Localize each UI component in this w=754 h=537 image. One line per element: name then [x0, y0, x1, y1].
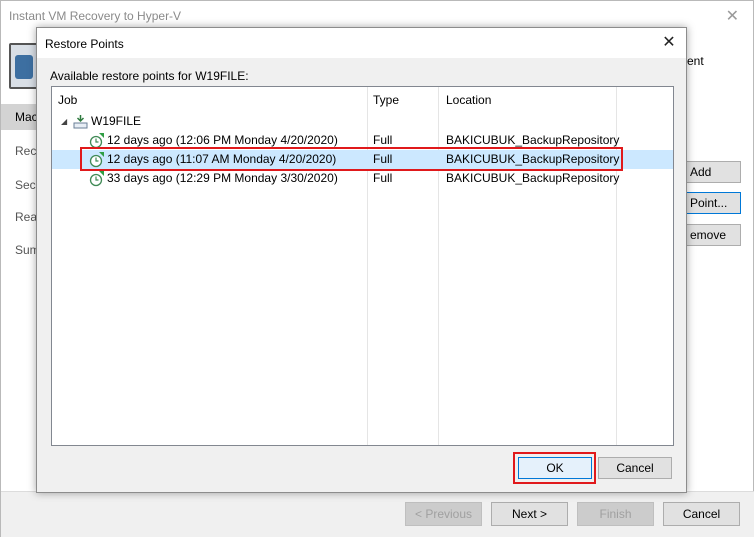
tree-node-vm[interactable]: ◢ W19FILE	[52, 112, 673, 131]
wizard-cancel-button[interactable]: Cancel	[663, 502, 740, 526]
column-header-type[interactable]: Type	[367, 87, 399, 113]
restore-point-icon	[89, 171, 104, 187]
wizard-title: Instant VM Recovery to Hyper-V	[9, 9, 182, 23]
restore-point-type: Full	[373, 171, 393, 185]
finish-button[interactable]: Finish	[577, 502, 654, 526]
collapse-arrow-icon[interactable]: ◢	[61, 112, 67, 131]
dialog-titlebar: Restore Points ✕	[37, 28, 686, 58]
wizard-sidebar: Mac Reco Secu Reas Sum	[1, 104, 41, 489]
point-button[interactable]: Point...	[685, 192, 741, 214]
restore-points-tree[interactable]: Job Type Location ◢ W19FILE 12 days ago …	[51, 86, 674, 446]
restore-point-row[interactable]: 33 days ago (12:29 PM Monday 3/30/2020) …	[52, 169, 673, 188]
restore-point-job: 33 days ago (12:29 PM Monday 3/30/2020)	[107, 171, 338, 185]
close-icon[interactable]: ✕	[658, 33, 680, 53]
selection-highlight-box	[80, 147, 623, 171]
dialog-title: Restore Points	[45, 37, 124, 51]
vm-name: W19FILE	[91, 114, 142, 128]
column-header-location[interactable]: Location	[440, 87, 491, 113]
vm-icon	[73, 115, 88, 129]
restore-point-location: BAKICUBUK_BackupRepository	[446, 171, 620, 185]
previous-button[interactable]: < Previous	[405, 502, 482, 526]
sidebar-item-recovery[interactable]: Reco	[1, 138, 41, 164]
next-button[interactable]: Next >	[491, 502, 568, 526]
wizard-header-text: ent	[687, 54, 704, 68]
sidebar-item-summary[interactable]: Sum	[1, 237, 41, 263]
wizard-close-icon[interactable]: ✕	[726, 6, 739, 26]
sidebar-item-machines[interactable]: Mac	[1, 104, 41, 130]
add-button[interactable]: Add	[685, 161, 741, 183]
ok-button[interactable]: OK	[518, 457, 592, 479]
remove-button[interactable]: emove	[685, 224, 741, 246]
sidebar-item-reason[interactable]: Reas	[1, 204, 41, 230]
cancel-button[interactable]: Cancel	[598, 457, 672, 479]
sidebar-item-secure[interactable]: Secu	[1, 172, 41, 198]
restore-points-label: Available restore points for W19FILE:	[50, 69, 249, 83]
column-header-job[interactable]: Job	[52, 87, 77, 113]
server-icon	[9, 43, 39, 89]
restore-points-dialog: Restore Points ✕ Available restore point…	[36, 27, 687, 493]
